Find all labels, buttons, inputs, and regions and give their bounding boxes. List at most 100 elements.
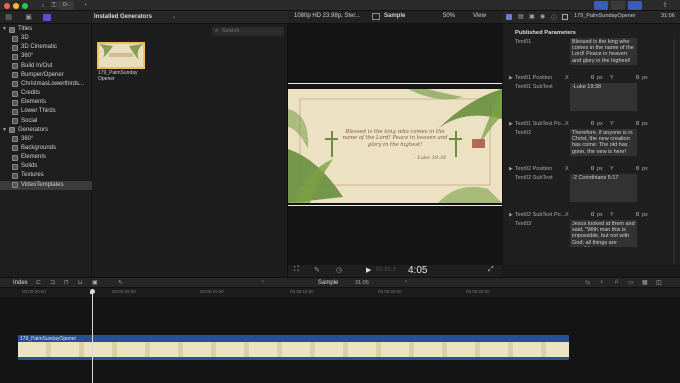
x-value[interactable]: 0 <box>591 212 594 218</box>
titles-generators-icon[interactable] <box>43 14 51 21</box>
view-menu[interactable]: View <box>473 13 486 19</box>
disclosure-triangle-icon[interactable]: ▶ <box>509 212 513 218</box>
zoom-dropdown[interactable]: 50% <box>443 13 455 19</box>
parameter-label[interactable]: ▶ Text02 Position <box>509 166 552 172</box>
timeline-toolbar: Index ⊏ ⊐ ⊓ ⊔ ▣ ↖ ‹ Sample 31:06 › ⇆ ♪ ♫… <box>0 277 680 288</box>
overwrite-icon[interactable]: ⊔ <box>78 279 83 286</box>
show-browser-button[interactable] <box>594 1 608 10</box>
audio-inspector-icon[interactable]: ◉ <box>540 13 545 20</box>
inspector-scrollbar[interactable] <box>673 38 675 264</box>
insert-icon[interactable]: ⊐ <box>50 279 55 286</box>
ruler-tick-label: 00:00:25:00 <box>466 289 490 294</box>
libraries-icon[interactable]: ▤ <box>4 13 13 22</box>
sidebar-item[interactable]: Lower Thirds <box>0 107 92 116</box>
text-inspector-icon[interactable] <box>506 14 512 20</box>
show-timeline-button[interactable] <box>611 1 625 10</box>
share-icon[interactable]: ⇪ <box>660 1 670 10</box>
sidebar-item[interactable]: 3D <box>0 34 92 43</box>
x-label: X <box>565 121 569 127</box>
minimize-window-button[interactable] <box>13 3 19 9</box>
info-inspector-icon[interactable]: ⓘ <box>551 13 557 22</box>
transitions-browser-icon[interactable]: ◫ <box>656 279 662 286</box>
parameter-label[interactable]: ▶ Text02 SubText Po... <box>509 212 565 218</box>
sidebar-item[interactable]: Build In/Out <box>0 62 92 71</box>
disclosure-triangle-icon[interactable]: ▶ <box>509 166 513 172</box>
select-tool-icon[interactable]: ↖ <box>118 279 123 286</box>
x-value[interactable]: 0 <box>591 121 594 127</box>
y-value[interactable]: 0 <box>636 212 639 218</box>
sidebar-item[interactable]: Solids <box>0 162 92 171</box>
parameter-label[interactable]: ▶ Text01 Position <box>509 75 552 81</box>
headphones-icon[interactable]: ♫ <box>614 279 619 285</box>
import-icon[interactable]: ↓ <box>38 1 48 10</box>
disclosure-triangle-icon[interactable]: ▶ <box>509 121 513 127</box>
disclosure-triangle-icon[interactable]: ▼ <box>2 25 7 34</box>
playhead[interactable] <box>90 289 95 383</box>
show-inspector-button[interactable] <box>628 1 642 10</box>
enhance-icon[interactable]: ✎ <box>314 266 320 274</box>
sidebar-item[interactable]: ▼ Titles <box>0 25 92 34</box>
play-icon[interactable]: ▶ <box>366 266 371 274</box>
ruler-tick-label: 00:00:15:00 <box>290 289 314 294</box>
disclosure-triangle-icon[interactable]: ▼ <box>2 126 7 135</box>
frame-citation-text: - Luke 19:38 <box>414 155 446 161</box>
sidebar-item[interactable]: ChristmasLowerthirds... <box>0 80 92 89</box>
parameter-text-field[interactable]: -2 Corinthians 5:17 <box>570 174 637 202</box>
sidebar-item[interactable]: 360° <box>0 52 92 61</box>
background-tasks-icon[interactable]: ◔ <box>80 1 90 10</box>
sidebar-item[interactable]: Elements <box>0 153 92 162</box>
x-value[interactable]: 0 <box>591 166 594 172</box>
photos-icon[interactable]: ▣ <box>24 13 33 22</box>
timeline-ruler[interactable]: 00:00:00:00 00:00:05:00 00:00:10:00 00:00:1… <box>0 288 680 297</box>
y-value[interactable]: 0 <box>636 121 639 127</box>
title-inspector-icon[interactable]: ▤ <box>518 13 524 20</box>
y-value[interactable]: 0 <box>636 75 639 81</box>
append-icon[interactable]: ⊓ <box>64 279 69 286</box>
clip-appearance-icon[interactable]: ▭ <box>628 279 634 286</box>
project-name[interactable]: Sample <box>318 280 338 286</box>
parameter-text-field[interactable]: Jesus looked at them and said, "With man… <box>570 220 637 247</box>
generator-thumbnail[interactable] <box>97 42 145 69</box>
audio-skim-icon[interactable]: ♪ <box>600 279 603 285</box>
titles-generators-sidebar: ▼ Titles 3D 3D Cinematic 360° Build In/Out Bum… <box>0 24 92 277</box>
category-icon <box>12 154 18 161</box>
sidebar-item[interactable]: Textures <box>0 171 92 180</box>
sidebar-item[interactable]: Credits <box>0 89 92 98</box>
trim-menu-icon[interactable]: ▣ <box>92 279 98 286</box>
back-icon[interactable]: ‹ <box>262 279 264 285</box>
x-value[interactable]: 0 <box>591 75 594 81</box>
sidebar-item[interactable]: Elements <box>0 98 92 107</box>
zoom-window-button[interactable] <box>22 3 28 9</box>
index-button[interactable]: Index <box>13 280 28 286</box>
effects-browser-icon[interactable]: ▦ <box>642 279 648 286</box>
sidebar-item[interactable]: Bumper/Opener <box>0 71 92 80</box>
connect-icon[interactable]: ⊏ <box>36 279 41 286</box>
keyword-button[interactable]: O− <box>58 1 74 10</box>
sidebar-item[interactable]: 360° <box>0 135 92 144</box>
sidebar-item[interactable]: VideoTemplates <box>0 180 92 190</box>
key-icon[interactable]: ⚿ <box>50 1 58 10</box>
disclosure-triangle-icon[interactable]: ▶ <box>509 75 513 81</box>
forward-icon[interactable]: › <box>405 279 407 285</box>
video-frame: Blessed is the king who comes in the nam… <box>288 89 502 203</box>
chevron-down-icon[interactable]: ⌄ <box>172 14 176 20</box>
sidebar-item[interactable]: Social <box>0 117 92 126</box>
frame-verse-text: Blessed is the king who comes in the nam… <box>342 129 448 148</box>
parameter-text-field[interactable]: -Luke 19:38 <box>570 83 637 111</box>
fullscreen-icon[interactable]: ⤢ <box>488 266 494 274</box>
y-value[interactable]: 0 <box>636 166 639 172</box>
parameter-label[interactable]: ▶ Text01 SubText Po... <box>509 121 565 127</box>
parameter-text-field[interactable]: Blessed is the king who comes in the nam… <box>570 38 637 65</box>
transform-icon[interactable]: ⛶ <box>294 266 299 274</box>
sidebar-item[interactable]: Backgrounds <box>0 144 92 153</box>
speed-icon[interactable]: ◷ <box>336 266 342 274</box>
search-input[interactable]: ⌕ Search <box>212 27 284 36</box>
close-window-button[interactable] <box>4 3 10 9</box>
sidebar-item[interactable]: 3D Cinematic <box>0 43 92 52</box>
parameter-text-field[interactable]: Therefore, if anyone is in Christ, the n… <box>570 129 637 156</box>
sidebar-item[interactable]: ▼ Generators <box>0 126 92 135</box>
skimming-icon[interactable]: ⇆ <box>585 279 590 286</box>
video-inspector-icon[interactable]: ▣ <box>529 13 535 20</box>
playhead-handle[interactable] <box>90 289 95 294</box>
y-label: Y <box>610 212 614 218</box>
